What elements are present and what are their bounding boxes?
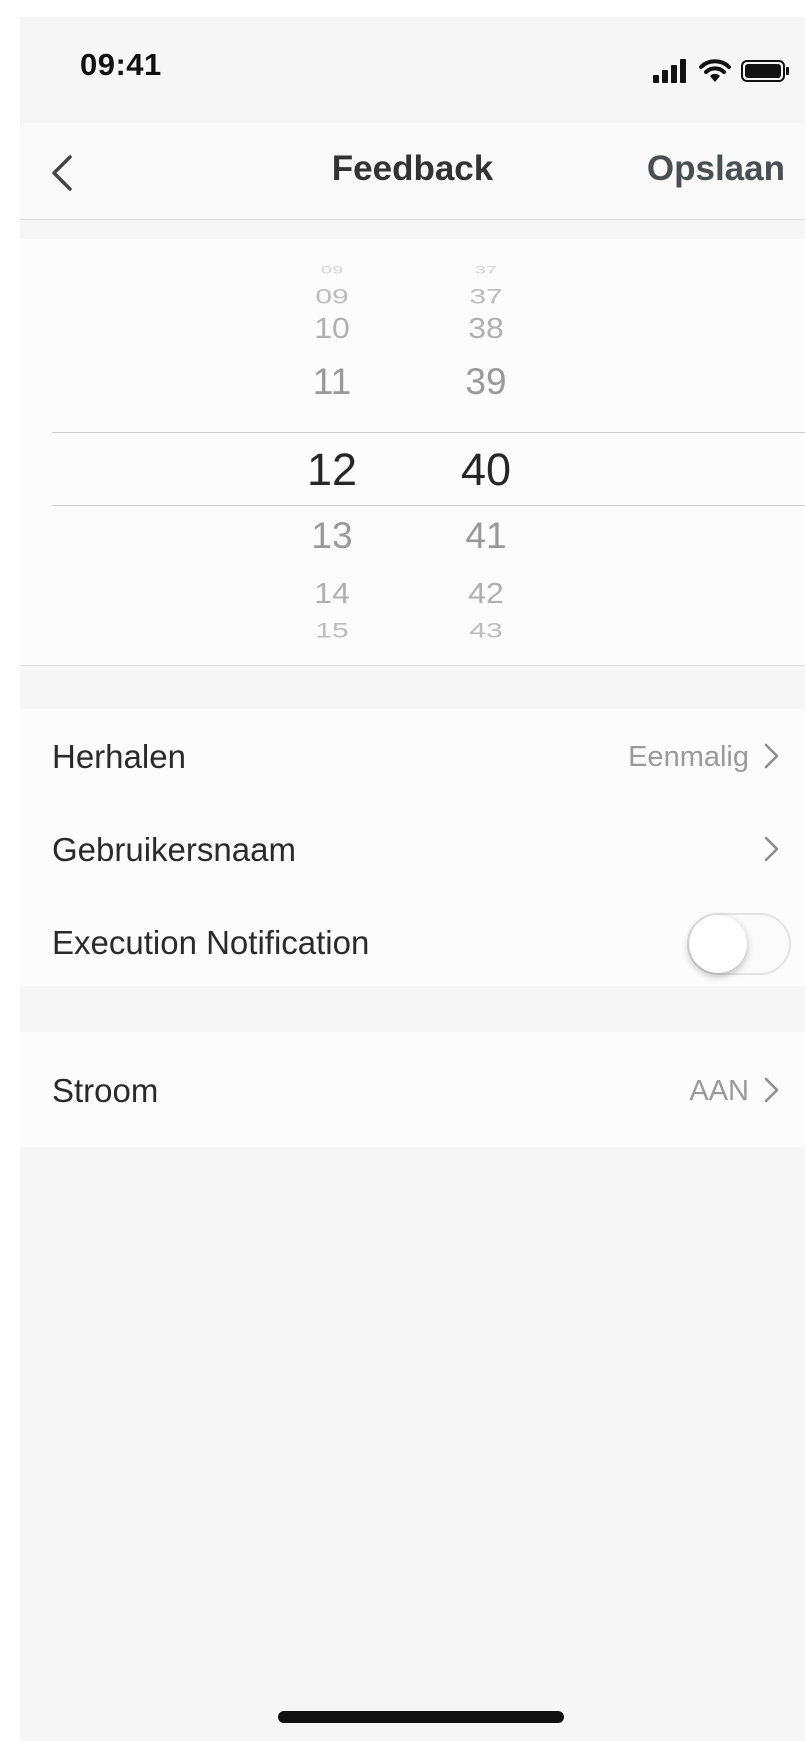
notification-row: Execution Notification xyxy=(20,895,805,987)
minute-option[interactable]: 38 xyxy=(416,312,556,345)
hour-selected[interactable]: 12 xyxy=(262,444,402,496)
minute-option[interactable]: 37 xyxy=(416,264,556,277)
minute-option[interactable]: 43 xyxy=(416,619,556,643)
power-label: Stroom xyxy=(52,1072,159,1109)
minute-wheel[interactable]: 37 37 38 39 40 41 42 43 xyxy=(416,239,556,665)
repeat-label: Herhalen xyxy=(52,738,186,775)
username-row[interactable]: Gebruikersnaam xyxy=(20,802,805,894)
hour-option[interactable]: 15 xyxy=(262,619,402,643)
minute-option[interactable]: 41 xyxy=(416,515,556,557)
settings-group: Herhalen Eenmalig Gebruikersnaam Executi… xyxy=(20,709,805,986)
hour-option[interactable]: 14 xyxy=(262,577,402,610)
chevron-right-icon xyxy=(764,743,779,769)
power-value: AAN xyxy=(689,1075,749,1107)
hour-option[interactable]: 10 xyxy=(262,312,402,345)
repeat-row[interactable]: Herhalen Eenmalig xyxy=(20,709,805,801)
username-label: Gebruikersnaam xyxy=(52,831,296,868)
notification-label: Execution Notification xyxy=(52,924,370,961)
time-picker[interactable]: 09 09 10 11 12 13 14 15 37 37 38 39 40 4… xyxy=(20,239,805,666)
hour-wheel[interactable]: 09 09 10 11 12 13 14 15 xyxy=(262,239,402,665)
hour-option[interactable]: 11 xyxy=(262,361,402,403)
wifi-icon xyxy=(699,59,731,82)
power-group: Stroom AAN xyxy=(20,1032,805,1147)
hour-option[interactable]: 13 xyxy=(262,515,402,557)
hour-option[interactable]: 09 xyxy=(262,285,402,309)
signal-icon xyxy=(653,59,686,83)
status-bar: 09:41 xyxy=(20,17,805,123)
toggle-knob xyxy=(689,915,747,973)
chevron-right-icon xyxy=(764,836,779,862)
status-icons xyxy=(653,57,791,83)
notification-toggle[interactable] xyxy=(687,913,791,975)
status-time: 09:41 xyxy=(80,47,162,82)
battery-icon xyxy=(741,60,789,82)
hour-option[interactable]: 09 xyxy=(262,264,402,277)
minute-selected[interactable]: 40 xyxy=(416,444,556,496)
minute-option[interactable]: 39 xyxy=(416,361,556,403)
save-button[interactable]: Opslaan xyxy=(647,149,785,189)
home-indicator[interactable] xyxy=(278,1711,564,1723)
chevron-right-icon xyxy=(764,1077,779,1103)
power-row[interactable]: Stroom AAN xyxy=(20,1043,805,1135)
navigation-bar: Feedback Opslaan xyxy=(20,123,805,220)
minute-option[interactable]: 42 xyxy=(416,577,556,610)
minute-option[interactable]: 37 xyxy=(416,285,556,309)
repeat-value: Eenmalig xyxy=(628,741,749,773)
phone-screen: 09:41 Feedback Opslaan 09 09 10 11 12 13… xyxy=(20,17,805,1741)
